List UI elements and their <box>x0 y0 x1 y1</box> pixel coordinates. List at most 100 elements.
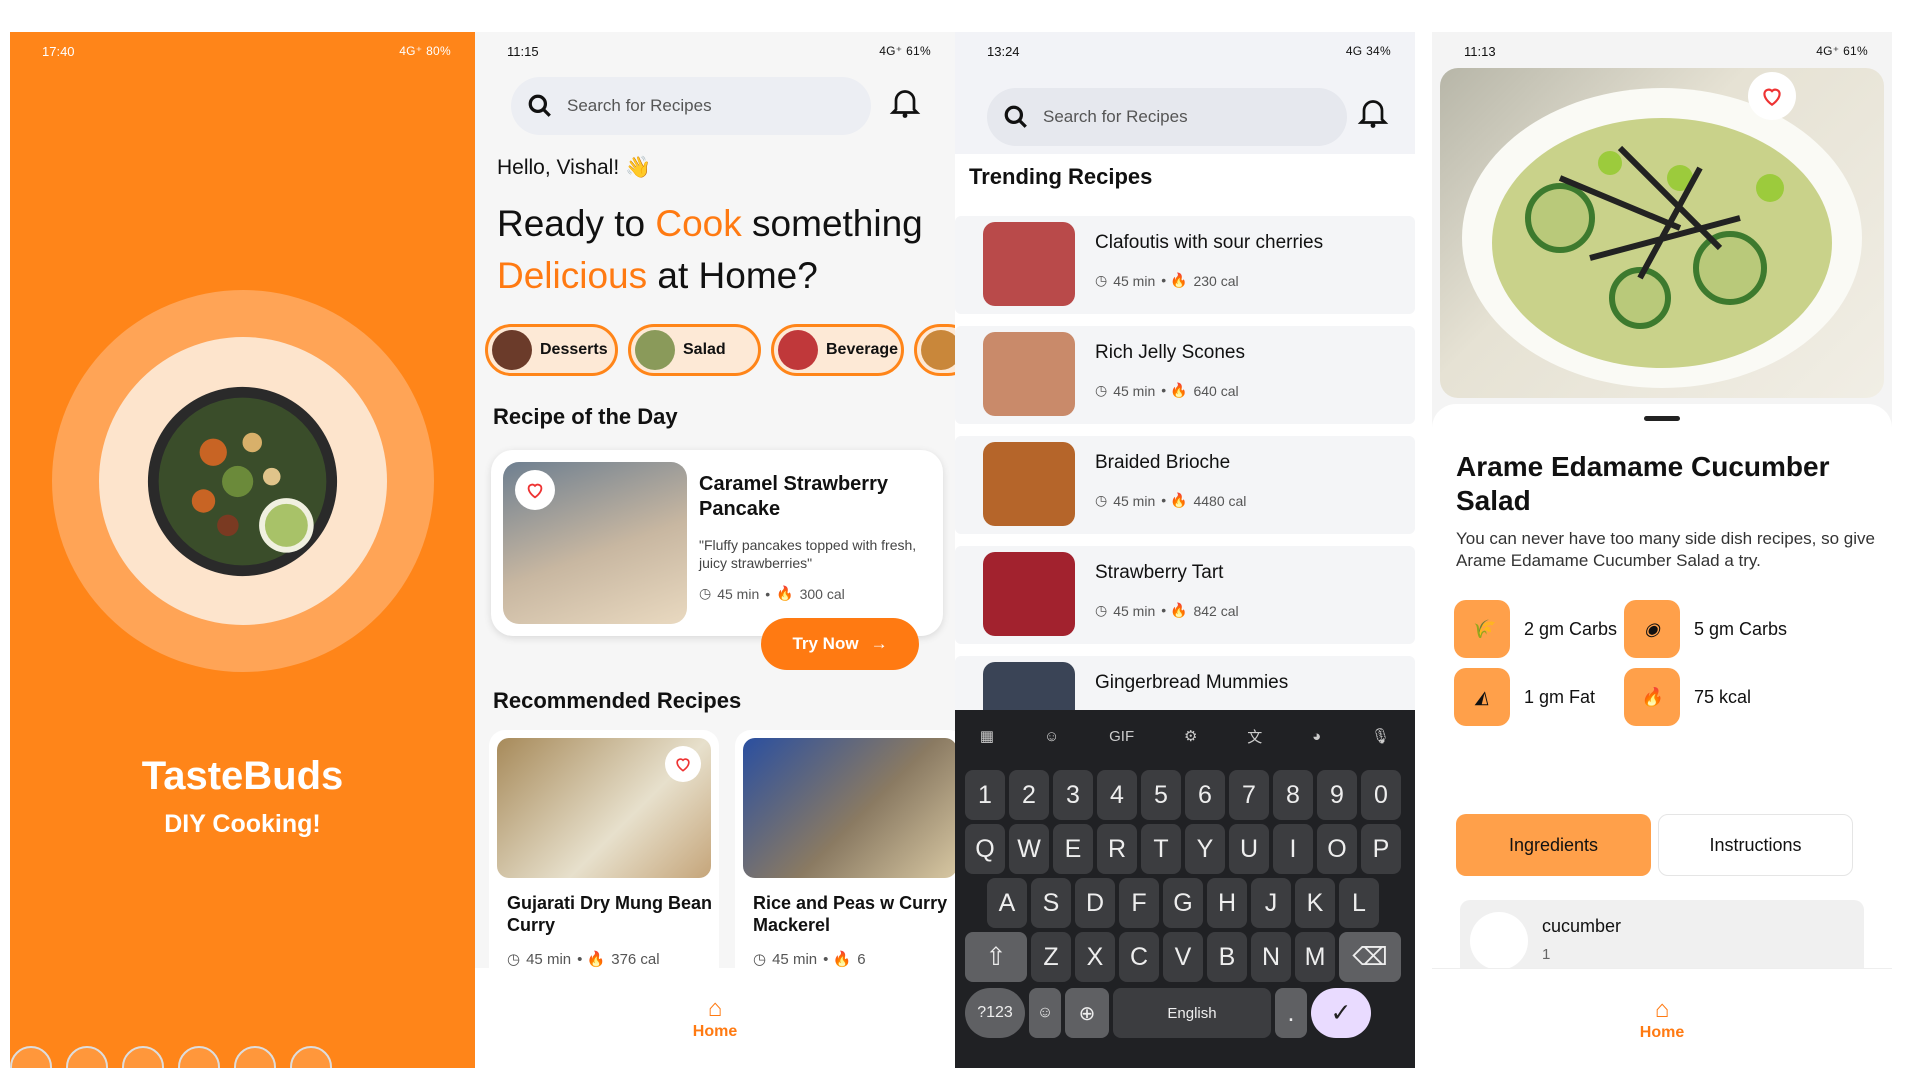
key-7[interactable]: 7 <box>1229 770 1269 820</box>
search-input[interactable]: Search for Recipes <box>511 77 871 135</box>
keyboard-row: ?123 ☺ ⊕ English . ✓ <box>965 988 1371 1038</box>
heart-icon[interactable] <box>1748 72 1796 120</box>
stat-carbs-2: ◉ 5 gm Carbs <box>1624 600 1787 658</box>
status-time: 13:24 <box>987 43 1020 59</box>
key-k[interactable]: K <box>1295 878 1335 928</box>
key-w[interactable]: W <box>1009 824 1049 874</box>
key-d[interactable]: D <box>1075 878 1115 928</box>
sticker-icon[interactable]: ☺ <box>1044 728 1059 745</box>
key-t[interactable]: T <box>1141 824 1181 874</box>
status-indicators: 4G 34% <box>1345 44 1391 58</box>
period-key[interactable]: . <box>1275 988 1307 1038</box>
bell-icon[interactable] <box>887 84 923 120</box>
nav-home[interactable]: ⌂ Home <box>1640 996 1684 1042</box>
tab-instructions[interactable]: Instructions <box>1658 814 1853 876</box>
recipe-time: 45 min <box>1113 602 1156 619</box>
slides-icon[interactable] <box>178 1046 220 1068</box>
try-now-button[interactable]: Try Now → <box>761 618 919 670</box>
symbols-key[interactable]: ?123 <box>965 988 1025 1038</box>
globe-icon[interactable]: ⊕ <box>1065 988 1109 1038</box>
key-a[interactable]: A <box>987 878 1027 928</box>
key-l[interactable]: L <box>1339 878 1379 928</box>
key-1[interactable]: 1 <box>965 770 1005 820</box>
recipe-of-day-card[interactable]: Caramel Strawberry Pancake "Fluffy panca… <box>491 450 943 636</box>
backspace-key[interactable]: ⌫ <box>1339 932 1401 982</box>
key-i[interactable]: I <box>1273 824 1313 874</box>
salad-bowl-image <box>147 386 338 577</box>
palette-icon[interactable]: ◕ <box>1312 728 1321 745</box>
chip-salad[interactable]: Salad <box>628 324 761 376</box>
recipe-description: You can never have too many side dish re… <box>1456 529 1875 570</box>
key-c[interactable]: C <box>1119 932 1159 982</box>
key-6[interactable]: 6 <box>1185 770 1225 820</box>
list-item[interactable]: Clafoutis with sour cherries ◷ 45 min • 🔥… <box>955 216 1415 314</box>
chip-more[interactable] <box>914 324 955 376</box>
search-input[interactable]: Search for Recipes <box>987 88 1347 146</box>
key-2[interactable]: 2 <box>1009 770 1049 820</box>
key-y[interactable]: Y <box>1185 824 1225 874</box>
enter-key[interactable]: ✓ <box>1311 988 1371 1038</box>
salad-image <box>1462 88 1862 388</box>
more-icon[interactable] <box>290 1046 332 1068</box>
key-0[interactable]: 0 <box>1361 770 1401 820</box>
headline-part: Ready to <box>497 203 656 244</box>
play-icon[interactable] <box>66 1046 108 1068</box>
chip-beverage[interactable]: Beverage <box>771 324 904 376</box>
key-v[interactable]: V <box>1163 932 1203 982</box>
key-f[interactable]: F <box>1119 878 1159 928</box>
key-8[interactable]: 8 <box>1273 770 1313 820</box>
recipe-title: Rich Jelly Scones <box>1095 342 1245 363</box>
key-q[interactable]: Q <box>965 824 1005 874</box>
shift-key[interactable]: ⇧ <box>965 932 1027 982</box>
drag-handle[interactable] <box>1644 416 1680 421</box>
recommended-card[interactable]: Rice and Peas w Curry Mackerel ◷ 45 min … <box>735 730 955 990</box>
key-g[interactable]: G <box>1163 878 1203 928</box>
key-u[interactable]: U <box>1229 824 1269 874</box>
key-p[interactable]: P <box>1361 824 1401 874</box>
key-o[interactable]: O <box>1317 824 1357 874</box>
key-n[interactable]: N <box>1251 932 1291 982</box>
key-b[interactable]: B <box>1207 932 1247 982</box>
heart-icon[interactable] <box>665 746 701 782</box>
recipe-meta: ◷ 45 min • 🔥 376 cal <box>507 950 660 969</box>
key-j[interactable]: J <box>1251 878 1291 928</box>
apps-grid-icon[interactable]: ▦ <box>980 727 994 745</box>
bell-icon[interactable] <box>1355 94 1391 130</box>
gif-button[interactable]: GIF <box>1109 728 1134 745</box>
space-key[interactable]: English <box>1113 988 1271 1038</box>
pen-icon[interactable] <box>122 1046 164 1068</box>
key-9[interactable]: 9 <box>1317 770 1357 820</box>
key-s[interactable]: S <box>1031 878 1071 928</box>
prev-icon[interactable] <box>10 1046 52 1068</box>
key-h[interactable]: H <box>1207 878 1247 928</box>
nav-home-label: Home <box>1639 1023 1685 1041</box>
key-3[interactable]: 3 <box>1053 770 1093 820</box>
settings-icon[interactable]: ⚙ <box>1184 727 1197 745</box>
emoji-key[interactable]: ☺ <box>1029 988 1061 1038</box>
key-e[interactable]: E <box>1053 824 1093 874</box>
chip-desserts[interactable]: Desserts <box>485 324 618 376</box>
key-r[interactable]: R <box>1097 824 1137 874</box>
status-indicators: 4G⁺ 61% <box>1816 44 1868 58</box>
recommended-card[interactable]: Gujarati Dry Mung Bean Curry ◷ 45 min • … <box>489 730 719 990</box>
headline-part: something <box>741 203 923 244</box>
list-item[interactable]: Strawberry Tart ◷ 45 min • 🔥 842 cal <box>955 546 1415 644</box>
home-icon: ⌂ <box>1654 995 1670 1023</box>
mic-icon[interactable]: 🎙 <box>1371 727 1390 745</box>
key-5[interactable]: 5 <box>1141 770 1181 820</box>
arrow-right-icon: → <box>870 634 888 653</box>
stat-kcal: 🔥 75 kcal <box>1624 668 1751 726</box>
translate-icon[interactable]: 文 <box>1247 726 1262 747</box>
key-4[interactable]: 4 <box>1097 770 1137 820</box>
tab-ingredients[interactable]: Ingredients <box>1456 814 1651 876</box>
key-x[interactable]: X <box>1075 932 1115 982</box>
key-z[interactable]: Z <box>1031 932 1071 982</box>
list-item[interactable]: Braided Brioche ◷ 45 min • 🔥 4480 cal <box>955 436 1415 534</box>
recipe-thumb <box>983 552 1075 636</box>
key-m[interactable]: M <box>1295 932 1335 982</box>
list-item[interactable]: Rich Jelly Scones ◷ 45 min • 🔥 640 cal <box>955 326 1415 424</box>
heart-icon[interactable] <box>515 470 555 510</box>
bottom-nav: ⌂ Home <box>475 968 955 1068</box>
zoom-icon[interactable] <box>234 1046 276 1068</box>
nav-home[interactable]: ⌂ Home <box>693 995 737 1041</box>
